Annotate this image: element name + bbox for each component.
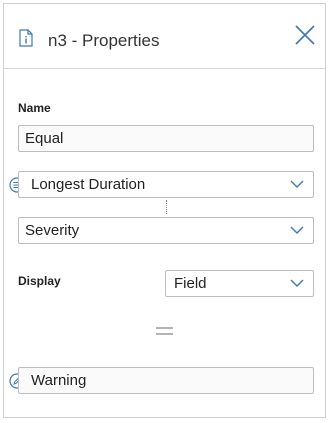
right-operand-select[interactable]: Severity xyxy=(18,217,314,244)
name-label: Name xyxy=(18,101,51,115)
chevron-down-icon xyxy=(290,226,304,234)
display-value: Field xyxy=(174,275,207,292)
document-icon xyxy=(19,29,33,47)
name-input[interactable]: Equal xyxy=(18,125,314,152)
equals-icon xyxy=(156,327,173,335)
right-operand-value: Severity xyxy=(25,222,80,239)
chevron-down-icon xyxy=(290,279,304,287)
close-icon[interactable] xyxy=(294,24,316,46)
output-input[interactable]: Warning xyxy=(18,367,314,394)
panel-header: n3 - Properties xyxy=(4,4,325,69)
left-operand-value: Longest Duration xyxy=(31,176,146,193)
panel-title: n3 - Properties xyxy=(48,31,160,50)
properties-panel: n3 - Properties Name Equal Longest Durat… xyxy=(3,3,326,418)
chevron-down-icon xyxy=(290,180,304,188)
display-label: Display xyxy=(18,274,61,288)
display-select[interactable]: Field xyxy=(165,270,314,297)
left-operand-select[interactable]: Longest Duration xyxy=(18,171,314,198)
connector-line xyxy=(166,200,167,214)
